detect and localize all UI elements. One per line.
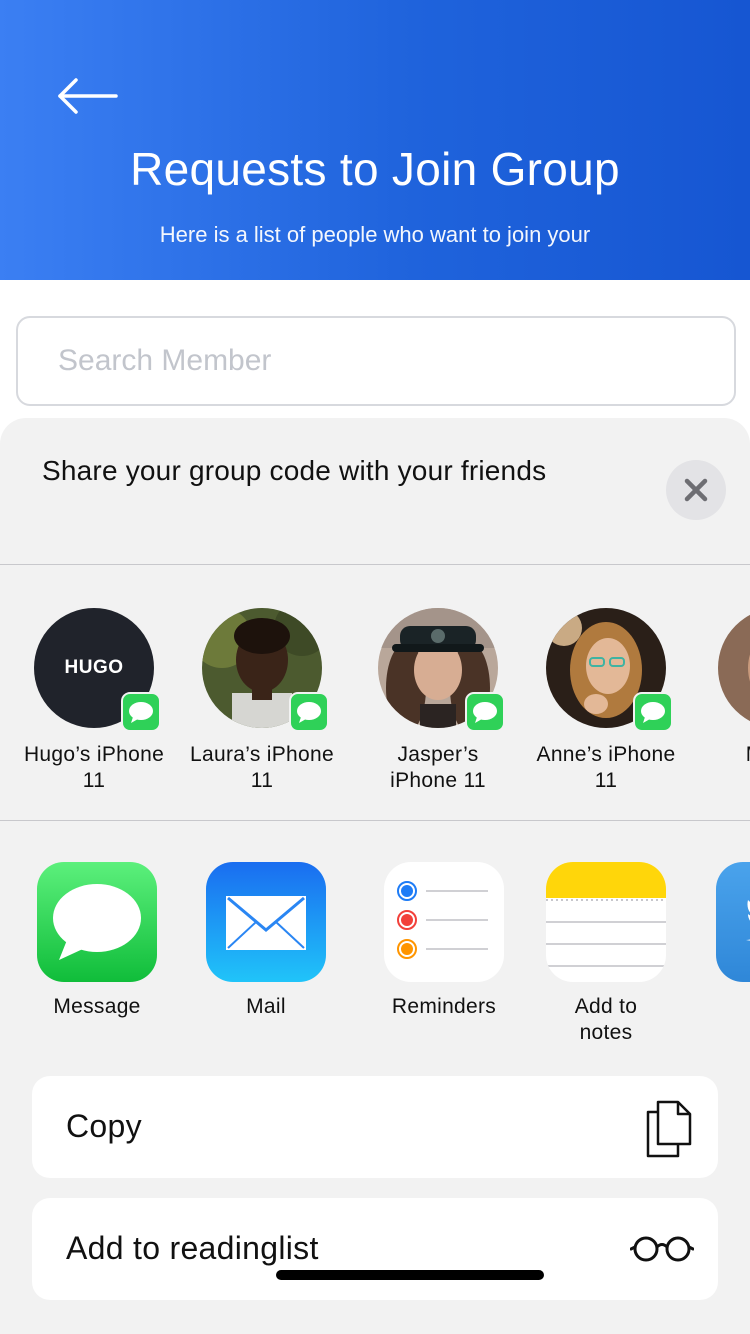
messages-badge-icon xyxy=(633,692,673,732)
messages-badge-icon xyxy=(465,692,505,732)
app-label: T xyxy=(679,994,750,1020)
reading-list-action[interactable]: Add to readinglist xyxy=(32,1198,718,1300)
contact-name: Laura’s iPhone 11 xyxy=(190,743,334,792)
header: Requests to Join Group Here is a list of… xyxy=(0,0,750,280)
contact-name: M Mac xyxy=(703,742,750,768)
glasses-icon xyxy=(630,1236,694,1262)
avatar-logo-text: HUGO xyxy=(64,657,124,678)
share-sheet-title: Share your group code with your friends xyxy=(42,455,547,486)
back-button[interactable] xyxy=(56,74,120,118)
arrow-left-icon xyxy=(58,78,118,114)
contact-name: Anne’s iPhone 11 xyxy=(536,743,676,792)
contact-name: Hugo’s iPhone 11 xyxy=(23,743,165,792)
app-label: Message xyxy=(53,995,141,1018)
app-label: Mail xyxy=(246,995,286,1018)
copy-action[interactable]: Copy xyxy=(32,1076,718,1178)
close-button[interactable] xyxy=(666,460,726,520)
app-label: Add to notes xyxy=(574,995,638,1044)
divider xyxy=(0,820,750,821)
notes-icon xyxy=(546,862,666,982)
twitter-icon xyxy=(716,862,750,982)
contact-name: Jasper’s iPhone 11 xyxy=(390,743,486,792)
messages-icon xyxy=(37,862,157,982)
copy-icon xyxy=(646,1100,692,1158)
share-sheet: Share your group code with your friends … xyxy=(0,418,750,1334)
search-input[interactable] xyxy=(16,316,736,406)
app-label: Reminders xyxy=(391,995,497,1018)
page-title: Requests to Join Group xyxy=(130,143,620,195)
messages-badge-icon xyxy=(289,692,329,732)
mail-icon xyxy=(206,862,326,982)
avatar xyxy=(718,608,750,728)
search-section xyxy=(0,280,750,430)
action-label: Add to readinglist xyxy=(66,1230,319,1266)
home-indicator[interactable] xyxy=(276,1270,544,1280)
divider xyxy=(0,564,750,565)
screen: Requests to Join Group Here is a list of… xyxy=(0,0,750,1334)
close-icon xyxy=(684,478,708,502)
reminders-icon xyxy=(384,862,504,982)
action-label: Copy xyxy=(66,1108,142,1144)
page-subtitle: Here is a list of people who want to joi… xyxy=(159,222,591,247)
messages-badge-icon xyxy=(121,692,161,732)
